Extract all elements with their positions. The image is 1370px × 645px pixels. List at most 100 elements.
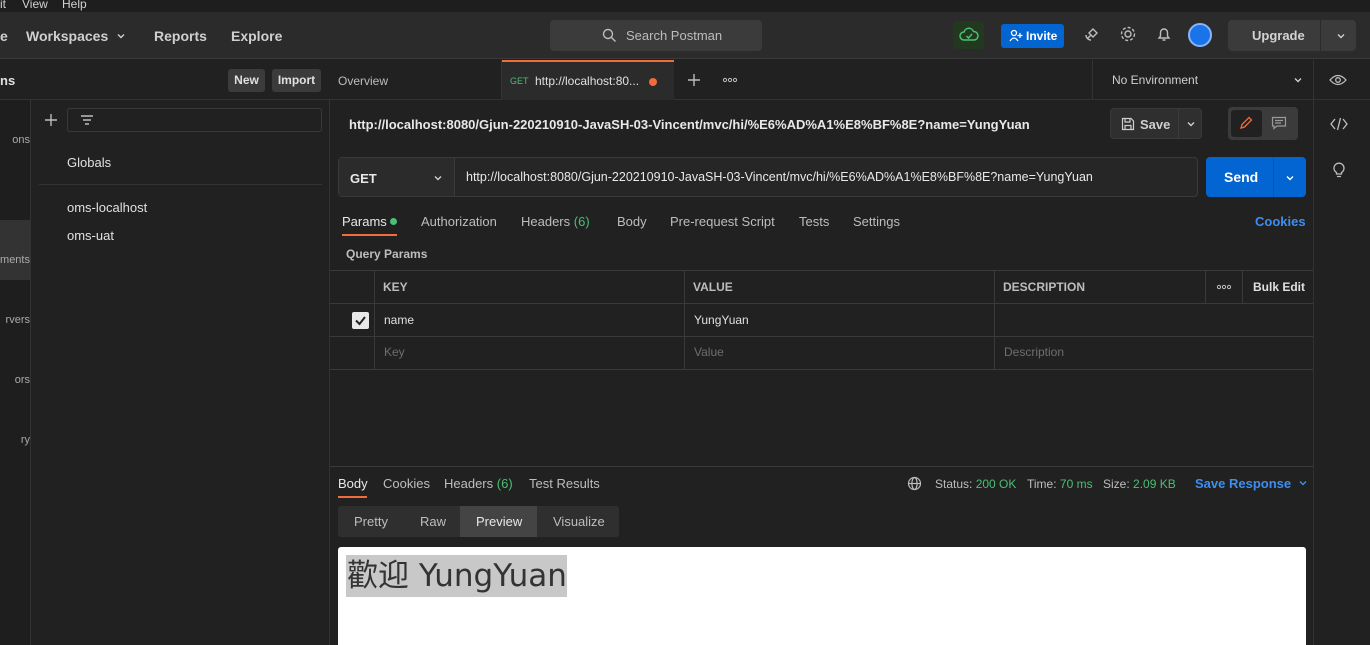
active-tab-underline bbox=[342, 234, 397, 236]
tab-authorization[interactable]: Authorization bbox=[421, 214, 497, 229]
new-value-input[interactable]: Value bbox=[694, 345, 724, 359]
save-label: Save bbox=[1140, 117, 1171, 132]
globals-item[interactable]: Globals bbox=[67, 155, 111, 170]
col-divider bbox=[684, 271, 685, 370]
tab-tests[interactable]: Tests bbox=[799, 214, 829, 229]
menu-bar: it View Help bbox=[0, 0, 1370, 12]
response-view-switcher: Pretty Raw Preview Visualize bbox=[338, 506, 619, 537]
time-value: 70 ms bbox=[1059, 477, 1093, 491]
view-pretty[interactable]: Pretty bbox=[338, 506, 401, 537]
plus-icon[interactable] bbox=[44, 113, 58, 127]
tab-body[interactable]: Body bbox=[617, 214, 647, 229]
cookies-link[interactable]: Cookies bbox=[1255, 214, 1306, 229]
response-tab-body[interactable]: Body bbox=[338, 476, 368, 491]
bulk-edit-button[interactable]: Bulk Edit bbox=[1253, 280, 1305, 294]
sidebar-header: ns New Import bbox=[0, 60, 330, 100]
tab-overview[interactable]: Overview bbox=[330, 60, 502, 100]
param-value-cell[interactable]: YungYuan bbox=[694, 313, 749, 327]
rail-item-environments[interactable]: ments bbox=[0, 220, 30, 280]
upgrade-button[interactable]: Upgrade bbox=[1228, 20, 1356, 51]
tab-prerequest-script[interactable]: Pre-request Script bbox=[670, 214, 775, 229]
time-label: Time: bbox=[1027, 477, 1057, 491]
invite-button[interactable]: Invite bbox=[1001, 24, 1064, 48]
nav-workspaces[interactable]: Workspaces bbox=[26, 28, 126, 44]
nav-workspaces-label: Workspaces bbox=[26, 28, 109, 44]
new-description-input[interactable]: Description bbox=[1004, 345, 1064, 359]
param-checkbox[interactable] bbox=[352, 312, 369, 329]
send-label: Send bbox=[1224, 169, 1259, 185]
import-button[interactable]: Import bbox=[272, 69, 321, 92]
new-button[interactable]: New bbox=[228, 69, 265, 92]
tab-request[interactable]: GET http://localhost:80... bbox=[502, 60, 674, 100]
gear-icon[interactable] bbox=[1119, 25, 1137, 43]
more-icon[interactable] bbox=[1216, 284, 1232, 290]
plus-icon[interactable] bbox=[687, 73, 701, 87]
column-header-value: VALUE bbox=[693, 280, 733, 294]
chevron-down-icon bbox=[117, 34, 125, 39]
nav-reports[interactable]: Reports bbox=[154, 28, 207, 44]
menu-help[interactable]: Help bbox=[62, 0, 87, 11]
avatar[interactable] bbox=[1188, 23, 1212, 47]
response-headers-count: (6) bbox=[496, 476, 513, 491]
more-icon[interactable] bbox=[722, 77, 738, 83]
satellite-icon[interactable] bbox=[1083, 25, 1101, 43]
request-title[interactable]: http://localhost:8080/Gjun-220210910-Jav… bbox=[349, 117, 1030, 132]
pencil-icon bbox=[1240, 116, 1253, 129]
chevron-down-icon[interactable] bbox=[1186, 119, 1196, 129]
chevron-down-icon[interactable] bbox=[1285, 173, 1295, 183]
eye-icon[interactable] bbox=[1329, 74, 1347, 86]
filter-icon bbox=[81, 115, 93, 125]
view-raw[interactable]: Raw bbox=[401, 506, 460, 537]
sync-status-button[interactable] bbox=[953, 21, 984, 49]
size-readout: Size: 2.09 KB bbox=[1103, 477, 1176, 491]
view-preview-label: Preview bbox=[476, 514, 523, 529]
response-divider[interactable] bbox=[330, 466, 1313, 467]
save-response-button[interactable]: Save Response bbox=[1195, 476, 1308, 491]
view-raw-label: Raw bbox=[420, 514, 447, 529]
tab-params[interactable]: Params bbox=[342, 214, 398, 229]
environment-item[interactable]: oms-uat bbox=[67, 228, 114, 243]
nav-explore[interactable]: Explore bbox=[231, 28, 282, 44]
response-tab-cookies[interactable]: Cookies bbox=[383, 476, 430, 491]
response-tab-headers-label: Headers bbox=[444, 476, 494, 491]
response-tab-headers[interactable]: Headers (6) bbox=[444, 476, 513, 491]
params-active-dot bbox=[390, 218, 398, 225]
nav-home[interactable]: e bbox=[0, 28, 8, 44]
upgrade-divider bbox=[1320, 20, 1321, 51]
lightbulb-icon[interactable] bbox=[1332, 162, 1346, 180]
rail-item-collections[interactable]: ons bbox=[0, 134, 30, 146]
environment-item[interactable]: oms-localhost bbox=[67, 200, 147, 215]
method-select[interactable]: GET bbox=[339, 158, 455, 196]
view-preview[interactable]: Preview bbox=[460, 506, 537, 537]
chevron-down-icon[interactable] bbox=[1336, 31, 1346, 41]
environment-select[interactable]: No Environment bbox=[1092, 60, 1314, 100]
tab-headers-label: Headers bbox=[521, 214, 571, 229]
response-tab-test-results[interactable]: Test Results bbox=[529, 476, 600, 491]
preview-text: 歡迎 YungYuan bbox=[346, 555, 567, 597]
url-bar: GET http://localhost:8080/Gjun-220210910… bbox=[338, 157, 1198, 197]
save-response-label: Save Response bbox=[1195, 476, 1292, 491]
rail-item-mock-servers[interactable]: rvers bbox=[0, 314, 30, 326]
filter-input[interactable] bbox=[67, 108, 322, 132]
save-button[interactable]: Save bbox=[1110, 108, 1202, 139]
new-key-input[interactable]: Key bbox=[384, 345, 405, 359]
bell-icon[interactable] bbox=[1155, 25, 1173, 43]
param-key-cell[interactable]: name bbox=[384, 313, 414, 327]
rail-item-history[interactable]: ry bbox=[0, 434, 30, 446]
edit-mode-button[interactable] bbox=[1231, 110, 1262, 137]
code-icon[interactable] bbox=[1330, 117, 1348, 131]
tab-headers[interactable]: Headers (6) bbox=[521, 214, 590, 229]
cloud-sync-icon bbox=[959, 27, 979, 41]
save-icon bbox=[1121, 117, 1135, 131]
menu-view[interactable]: View bbox=[22, 0, 48, 11]
tab-settings[interactable]: Settings bbox=[853, 214, 900, 229]
send-button[interactable]: Send bbox=[1206, 157, 1306, 197]
comment-icon[interactable] bbox=[1271, 116, 1287, 130]
url-input[interactable]: http://localhost:8080/Gjun-220210910-Jav… bbox=[466, 170, 1093, 184]
row-divider bbox=[330, 336, 1313, 337]
globe-icon[interactable] bbox=[907, 476, 922, 491]
search-bar[interactable]: Search Postman bbox=[550, 20, 762, 51]
menu-edit[interactable]: it bbox=[0, 0, 6, 11]
rail-item-monitors[interactable]: ors bbox=[0, 374, 30, 386]
view-visualize[interactable]: Visualize bbox=[537, 506, 619, 537]
